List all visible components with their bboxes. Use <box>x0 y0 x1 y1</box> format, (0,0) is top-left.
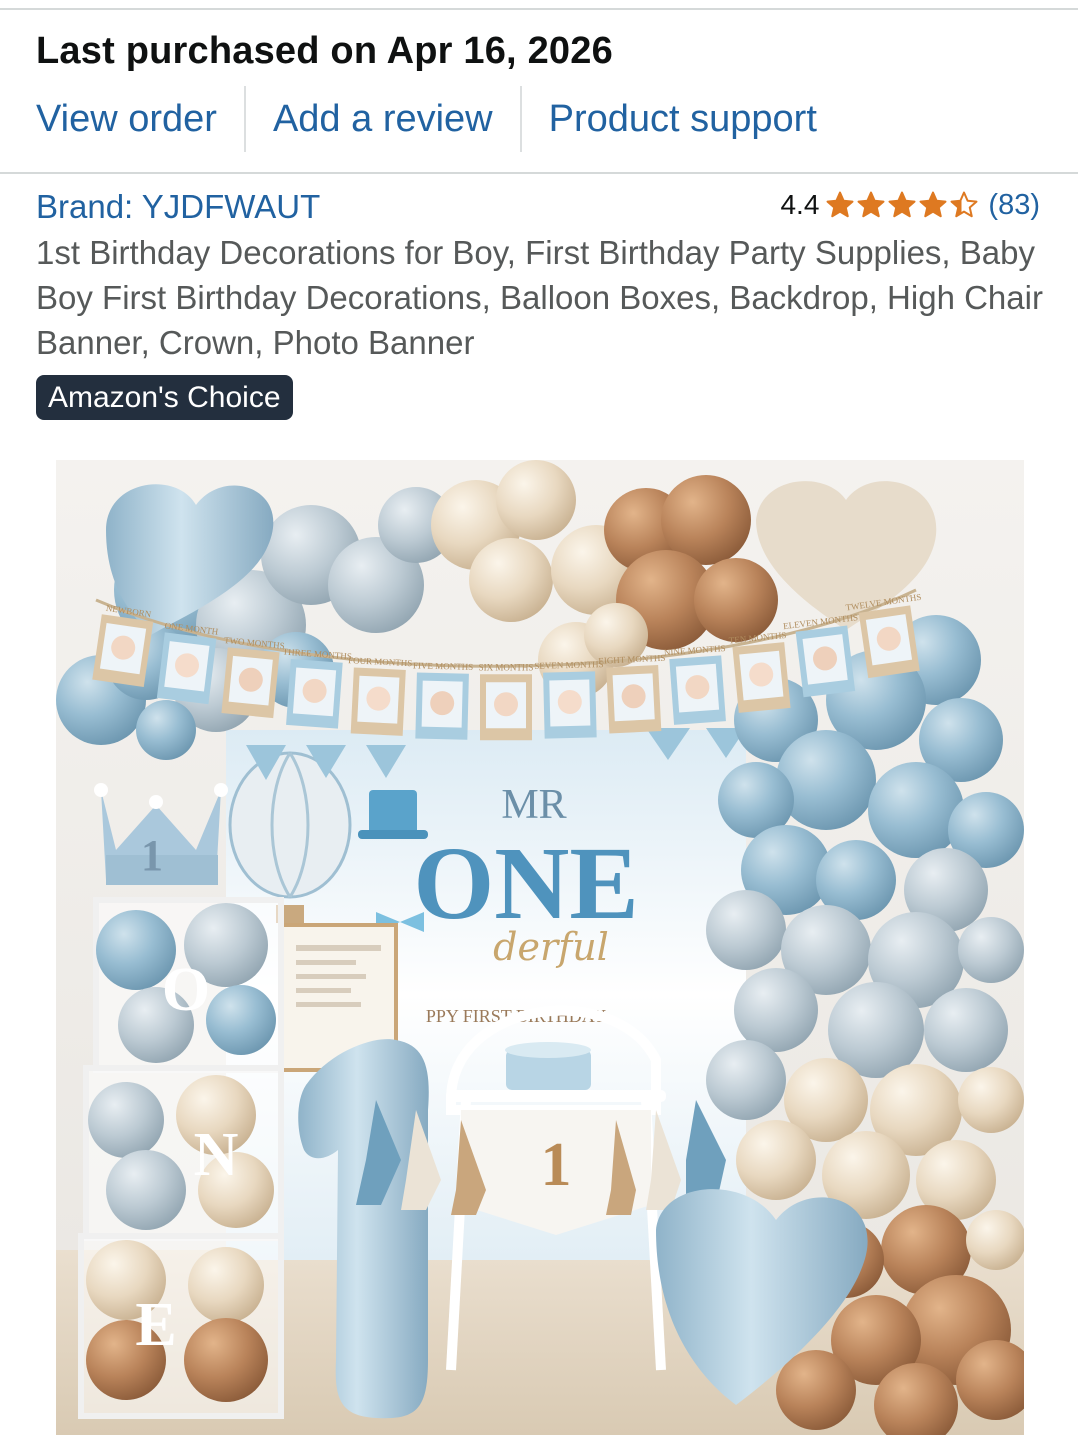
star-full-icon <box>826 191 854 218</box>
balloon-box-n: N <box>83 1065 284 1241</box>
amazons-choice-badge: Amazon's Choice <box>36 375 293 420</box>
last-purchased-heading: Last purchased on Apr 16, 2026 <box>36 30 613 72</box>
product-title[interactable]: 1st Birthday Decorations for Boy, First … <box>36 230 1046 365</box>
brand-link[interactable]: Brand: YJDFWAUT <box>36 188 320 226</box>
backdrop-mr-text: MR <box>501 782 566 828</box>
product-support-link[interactable]: Product support <box>522 86 844 152</box>
star-full-icon <box>857 191 885 218</box>
rating-count-link[interactable]: (83) <box>988 189 1040 222</box>
product-image[interactable]: MR ONE derful PPY FIRST BIRTHDAY NEWBORN… <box>56 460 1024 1435</box>
crown-number: 1 <box>141 831 163 880</box>
balloon-box-e: E <box>78 1233 284 1419</box>
rating-value: 4.4 <box>780 189 820 220</box>
balloon-box-o: O <box>93 897 284 1073</box>
top-divider <box>0 8 1078 10</box>
photo-banner-month-label: FIVE MONTHS <box>413 660 473 671</box>
backdrop-one-text: ONE <box>413 826 638 941</box>
star-full-icon <box>888 191 916 218</box>
backdrop-sub-text: derful <box>493 925 609 969</box>
star-full-icon <box>919 191 947 218</box>
box-letter-o: O <box>162 956 210 1024</box>
photo-banner-month-label: SIX MONTHS <box>479 662 534 672</box>
star-rating <box>825 190 980 220</box>
rating-summary[interactable]: 4.4 (83) <box>780 186 1040 224</box>
high-chair-number: 1 <box>541 1131 572 1199</box>
photo-banner-month-label: SEVEN MONTHS <box>534 659 603 671</box>
photo-banner-card: ONE MONTH <box>156 620 219 705</box>
star-half-icon <box>950 191 978 218</box>
box-letter-e: E <box>135 1291 176 1359</box>
view-order-link[interactable]: View order <box>0 86 244 152</box>
add-review-link[interactable]: Add a review <box>246 86 520 152</box>
section-divider <box>0 172 1078 174</box>
order-actions: View order Add a review Product support <box>0 86 844 152</box>
box-letter-n: N <box>194 1121 239 1189</box>
